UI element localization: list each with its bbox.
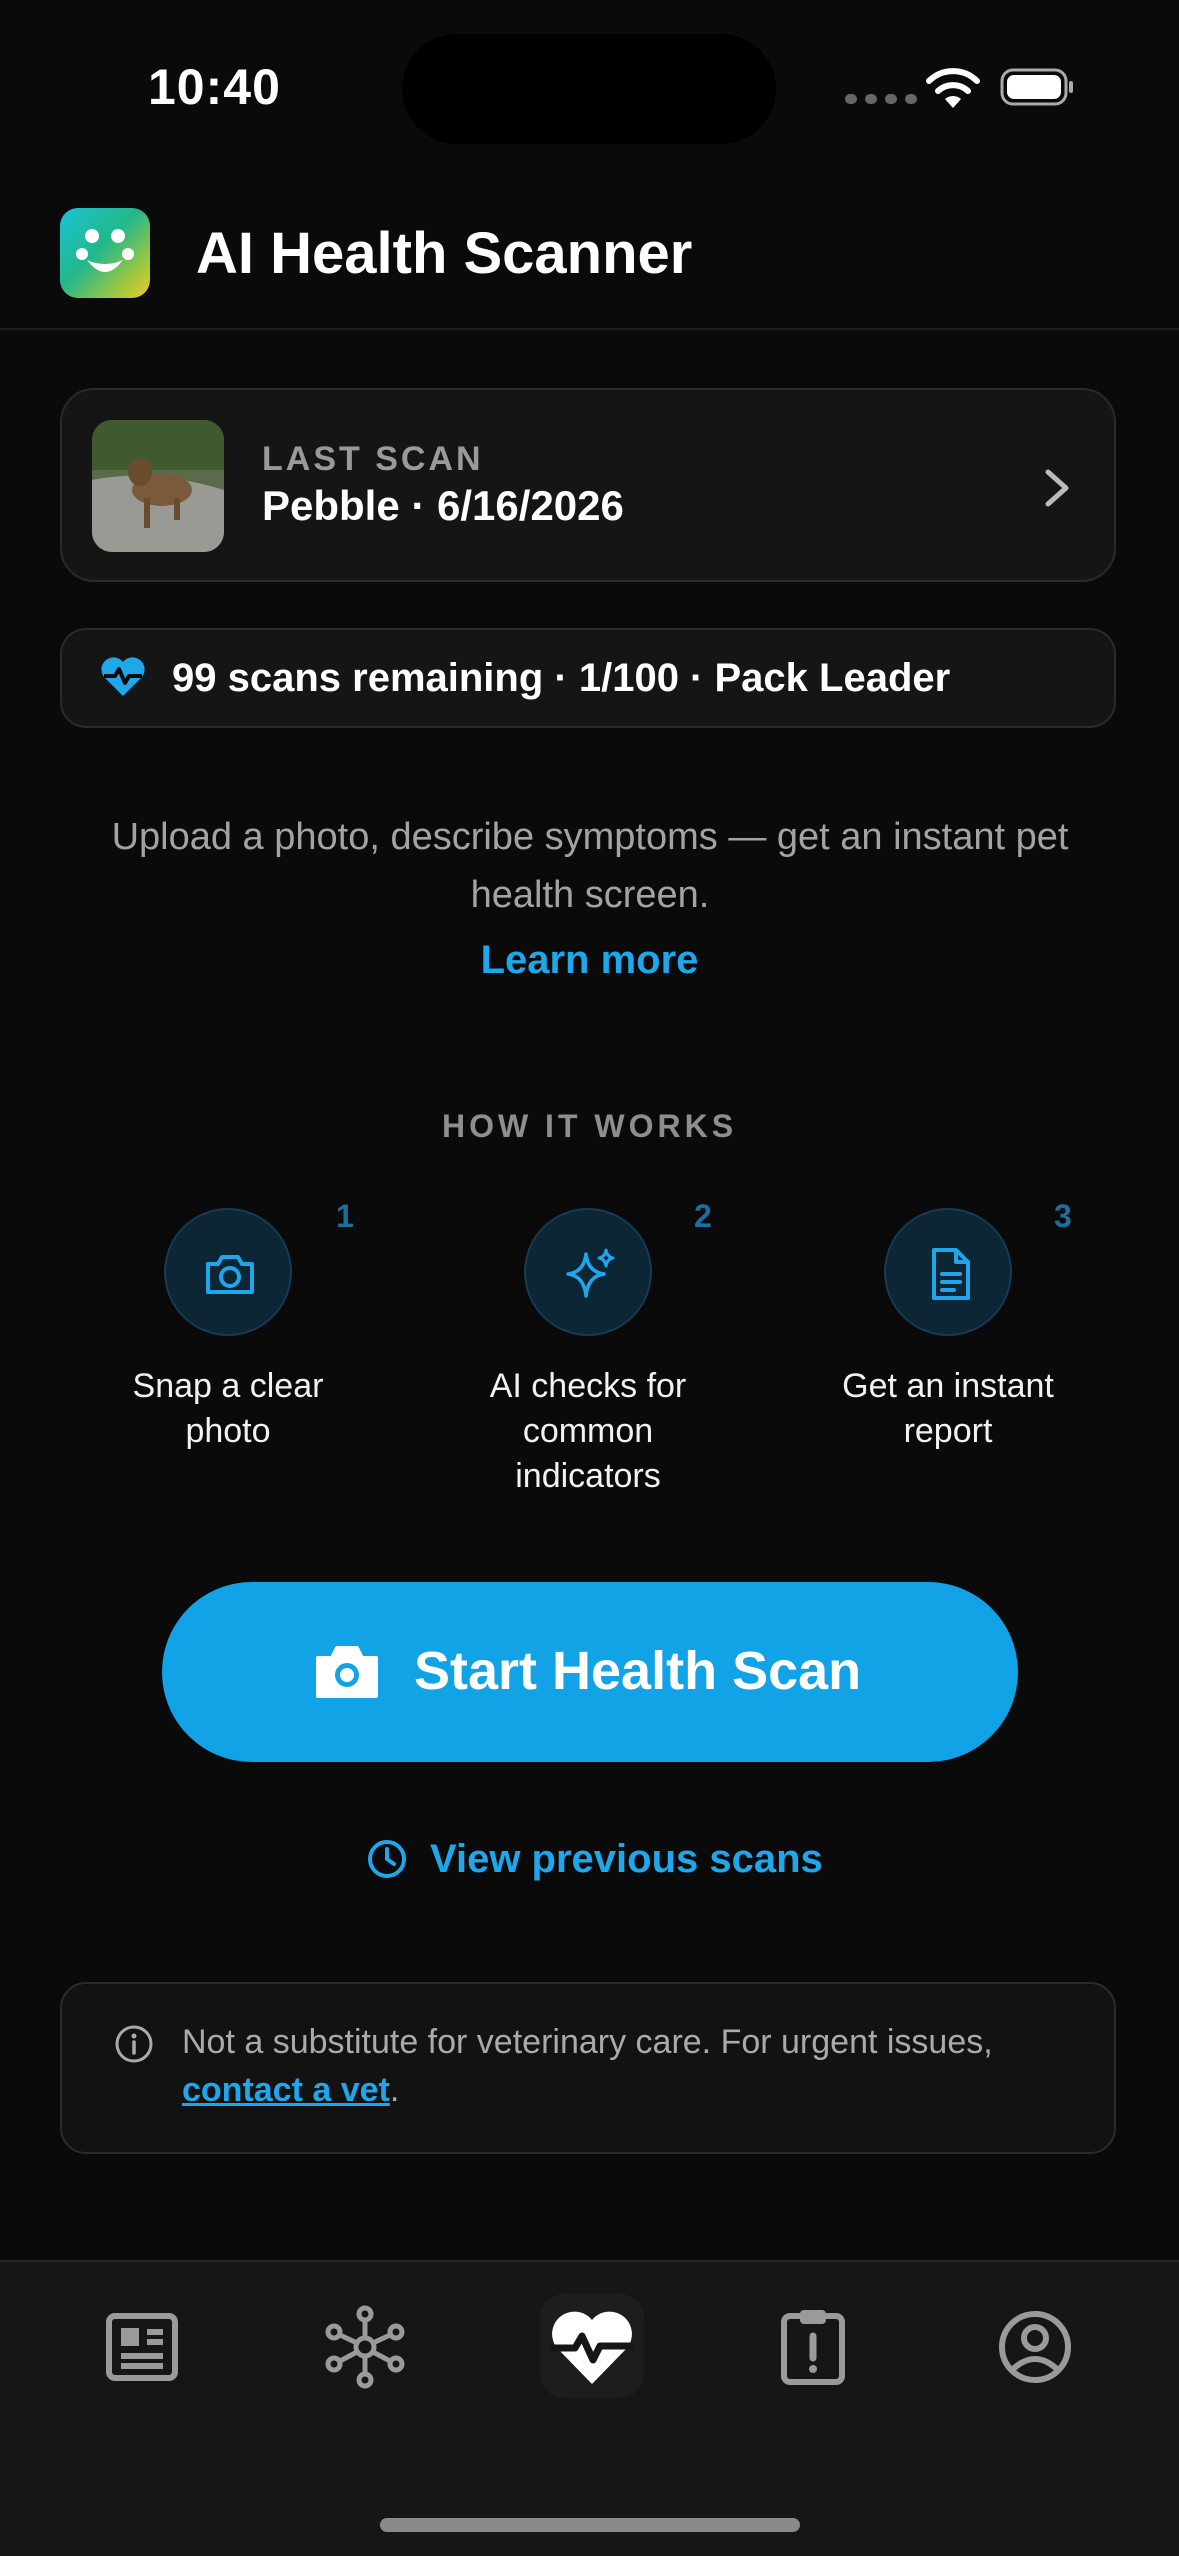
intro-text: Upload a photo, describe symptoms — get … bbox=[111, 816, 1069, 916]
sparkles-icon bbox=[566, 1248, 615, 1298]
chevron-right-icon bbox=[1045, 469, 1069, 507]
wifi-icon bbox=[926, 68, 980, 108]
scans-remaining-text: 99 scans remaining · 1/100 · Pack Leader bbox=[172, 656, 951, 700]
clock-icon bbox=[368, 1840, 406, 1878]
battery-icon bbox=[1000, 68, 1073, 106]
status-time: 10:40 bbox=[148, 59, 281, 115]
home-indicator[interactable] bbox=[380, 2518, 800, 2532]
app-logo bbox=[60, 208, 150, 298]
step-3-icon-circle bbox=[884, 1208, 1012, 1336]
news-icon[interactable] bbox=[97, 2302, 187, 2392]
step-1-icon-circle bbox=[164, 1208, 292, 1336]
step-1-text: Snap a clear photo bbox=[132, 1367, 324, 1450]
step-3-number: 3 bbox=[1054, 1198, 1072, 1234]
contact-vet-link[interactable]: contact a vet bbox=[182, 2071, 390, 2109]
camera-icon bbox=[206, 1255, 254, 1294]
signal-icon bbox=[845, 94, 917, 104]
dynamic-island bbox=[402, 34, 776, 144]
health-heart-icon[interactable] bbox=[547, 2302, 637, 2392]
start-health-scan-label: Start Health Scan bbox=[414, 1641, 862, 1701]
last-scan-value: Pebble · 6/16/2026 bbox=[262, 482, 624, 529]
profile-icon[interactable] bbox=[990, 2302, 1080, 2392]
disclaimer-text: Not a substitute for veterinary care. Fo… bbox=[182, 2023, 993, 2109]
header-divider bbox=[0, 328, 1179, 330]
page-title: AI Health Scanner bbox=[196, 221, 693, 286]
document-icon bbox=[932, 1248, 970, 1300]
step-3-text: Get an instant report bbox=[842, 1367, 1054, 1450]
camera-icon bbox=[316, 1646, 378, 1698]
step-2-number: 2 bbox=[694, 1198, 712, 1234]
learn-more-link[interactable]: Learn more bbox=[0, 938, 1179, 983]
step-2-icon-circle bbox=[524, 1208, 652, 1336]
step-1-number: 1 bbox=[336, 1198, 354, 1234]
step-2-text: AI checks for common indicators bbox=[489, 1367, 687, 1495]
view-previous-scans-link[interactable]: View previous scans bbox=[430, 1834, 823, 1884]
network-icon[interactable] bbox=[320, 2302, 410, 2392]
paw-face-icon bbox=[76, 229, 134, 272]
last-scan-label: LAST SCAN bbox=[262, 440, 484, 478]
how-it-works-title: HOW IT WORKS bbox=[441, 1108, 738, 1144]
info-icon bbox=[115, 2025, 153, 2063]
pet-thumbnail bbox=[92, 420, 224, 552]
clipboard-alert-icon[interactable] bbox=[768, 2302, 858, 2392]
heart-pulse-icon bbox=[101, 657, 145, 696]
